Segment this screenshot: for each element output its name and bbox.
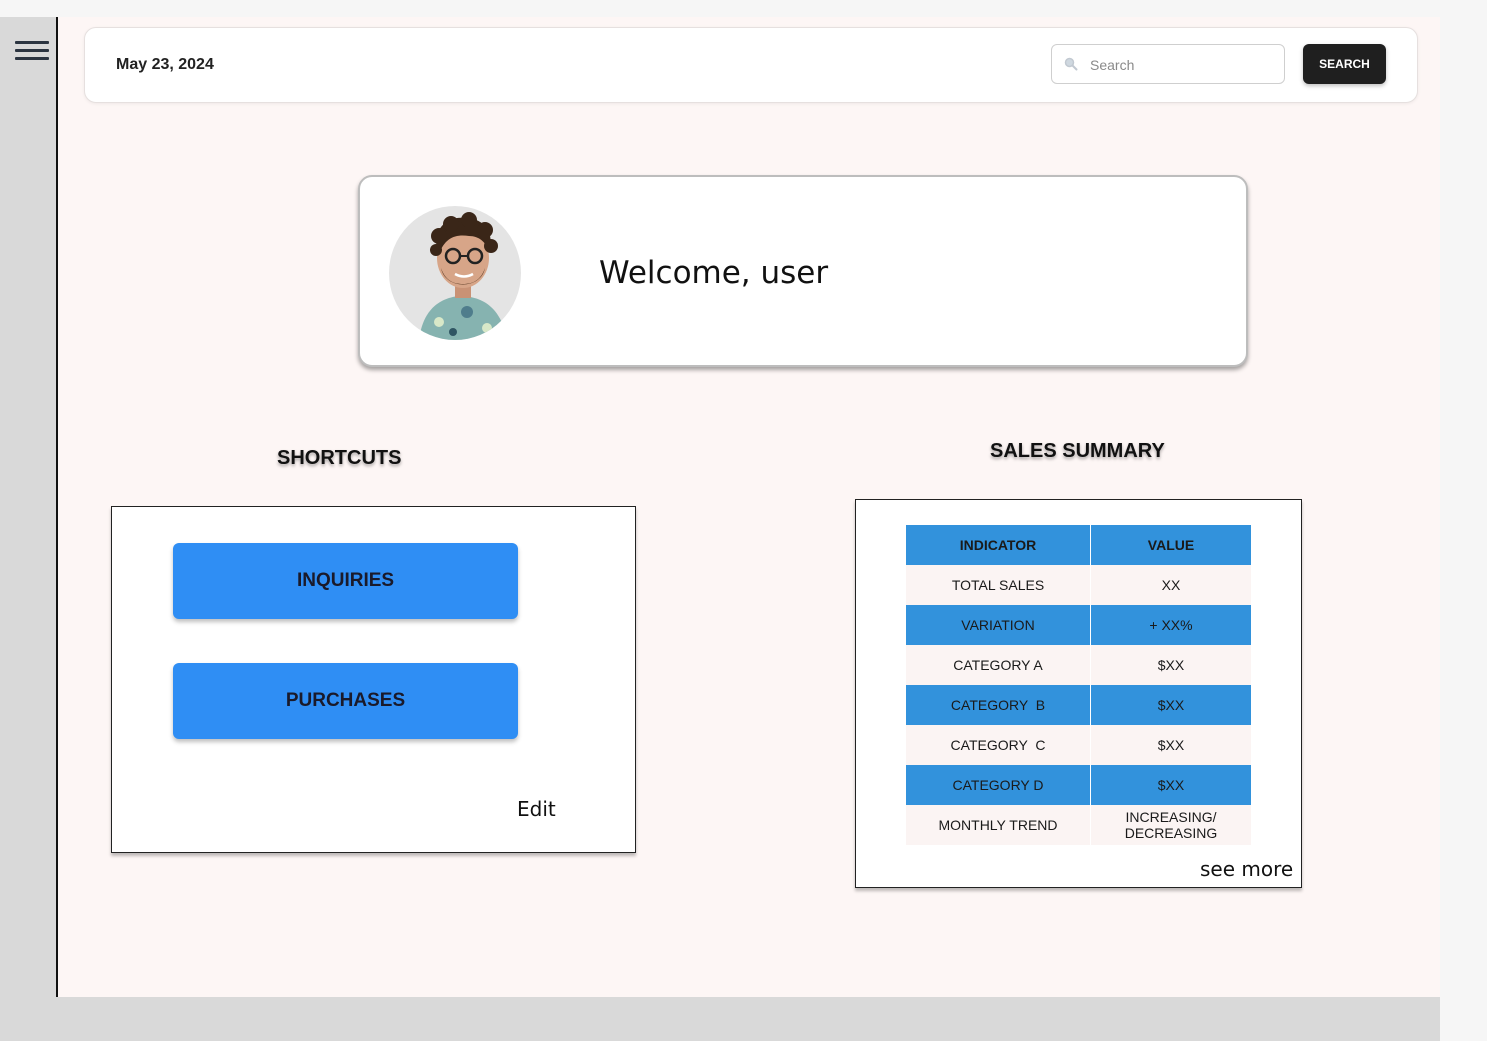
table-row: TOTAL SALES XX	[906, 565, 1251, 605]
value-cell: + XX%	[1090, 605, 1251, 645]
search-button[interactable]: SEARCH	[1303, 44, 1386, 84]
value-cell: INCREASING/ DECREASING	[1090, 805, 1251, 845]
table-row: CATEGORY C $XX	[906, 725, 1251, 765]
welcome-card: Welcome, user	[358, 175, 1248, 367]
indicator-cell: CATEGORY D	[906, 765, 1091, 805]
sales-summary-table: INDICATOR VALUE TOTAL SALES XX VARIATION…	[906, 525, 1251, 845]
main-content: May 23, 2024 SEARCH	[58, 17, 1440, 997]
table-row: CATEGORY A $XX	[906, 645, 1251, 685]
value-cell: $XX	[1090, 685, 1251, 725]
bottom-bar	[0, 997, 1440, 1041]
shortcuts-panel: INQUIRIES PURCHASES Edit	[111, 506, 636, 853]
table-header-row: INDICATOR VALUE	[906, 525, 1251, 565]
inquiries-button[interactable]: INQUIRIES	[173, 543, 518, 619]
indicator-cell: CATEGORY A	[906, 645, 1091, 685]
indicator-cell: TOTAL SALES	[906, 565, 1091, 605]
table-row: VARIATION + XX%	[906, 605, 1251, 645]
search-field[interactable]	[1051, 44, 1285, 84]
value-cell: $XX	[1090, 725, 1251, 765]
sales-summary-title: SALES SUMMARY	[990, 440, 1165, 462]
current-date: May 23, 2024	[116, 56, 214, 73]
top-bar: May 23, 2024 SEARCH	[84, 27, 1418, 103]
see-more-link[interactable]: see more	[1200, 857, 1293, 881]
value-cell: $XX	[1090, 765, 1251, 805]
table-row: CATEGORY D $XX	[906, 765, 1251, 805]
table-row: MONTHLY TREND INCREASING/ DECREASING	[906, 805, 1251, 845]
indicator-cell: VARIATION	[906, 605, 1091, 645]
indicator-cell: CATEGORY C	[906, 725, 1091, 765]
value-cell: XX	[1090, 565, 1251, 605]
shortcuts-title: SHORTCUTS	[277, 447, 402, 469]
search-input[interactable]	[1088, 54, 1278, 76]
value-cell: $XX	[1090, 645, 1251, 685]
column-header-value: VALUE	[1090, 525, 1251, 565]
indicator-cell: CATEGORY B	[906, 685, 1091, 725]
table-row: CATEGORY B $XX	[906, 685, 1251, 725]
purchases-button[interactable]: PURCHASES	[173, 663, 518, 739]
sales-summary-panel: INDICATOR VALUE TOTAL SALES XX VARIATION…	[855, 499, 1302, 888]
sidebar	[0, 17, 58, 997]
menu-icon[interactable]	[15, 41, 49, 63]
search-icon	[1064, 57, 1078, 76]
edit-shortcuts-link[interactable]: Edit	[517, 797, 556, 821]
indicator-cell: MONTHLY TREND	[906, 805, 1091, 845]
column-header-indicator: INDICATOR	[906, 525, 1091, 565]
avatar	[389, 206, 521, 340]
welcome-message: Welcome, user	[599, 255, 829, 291]
